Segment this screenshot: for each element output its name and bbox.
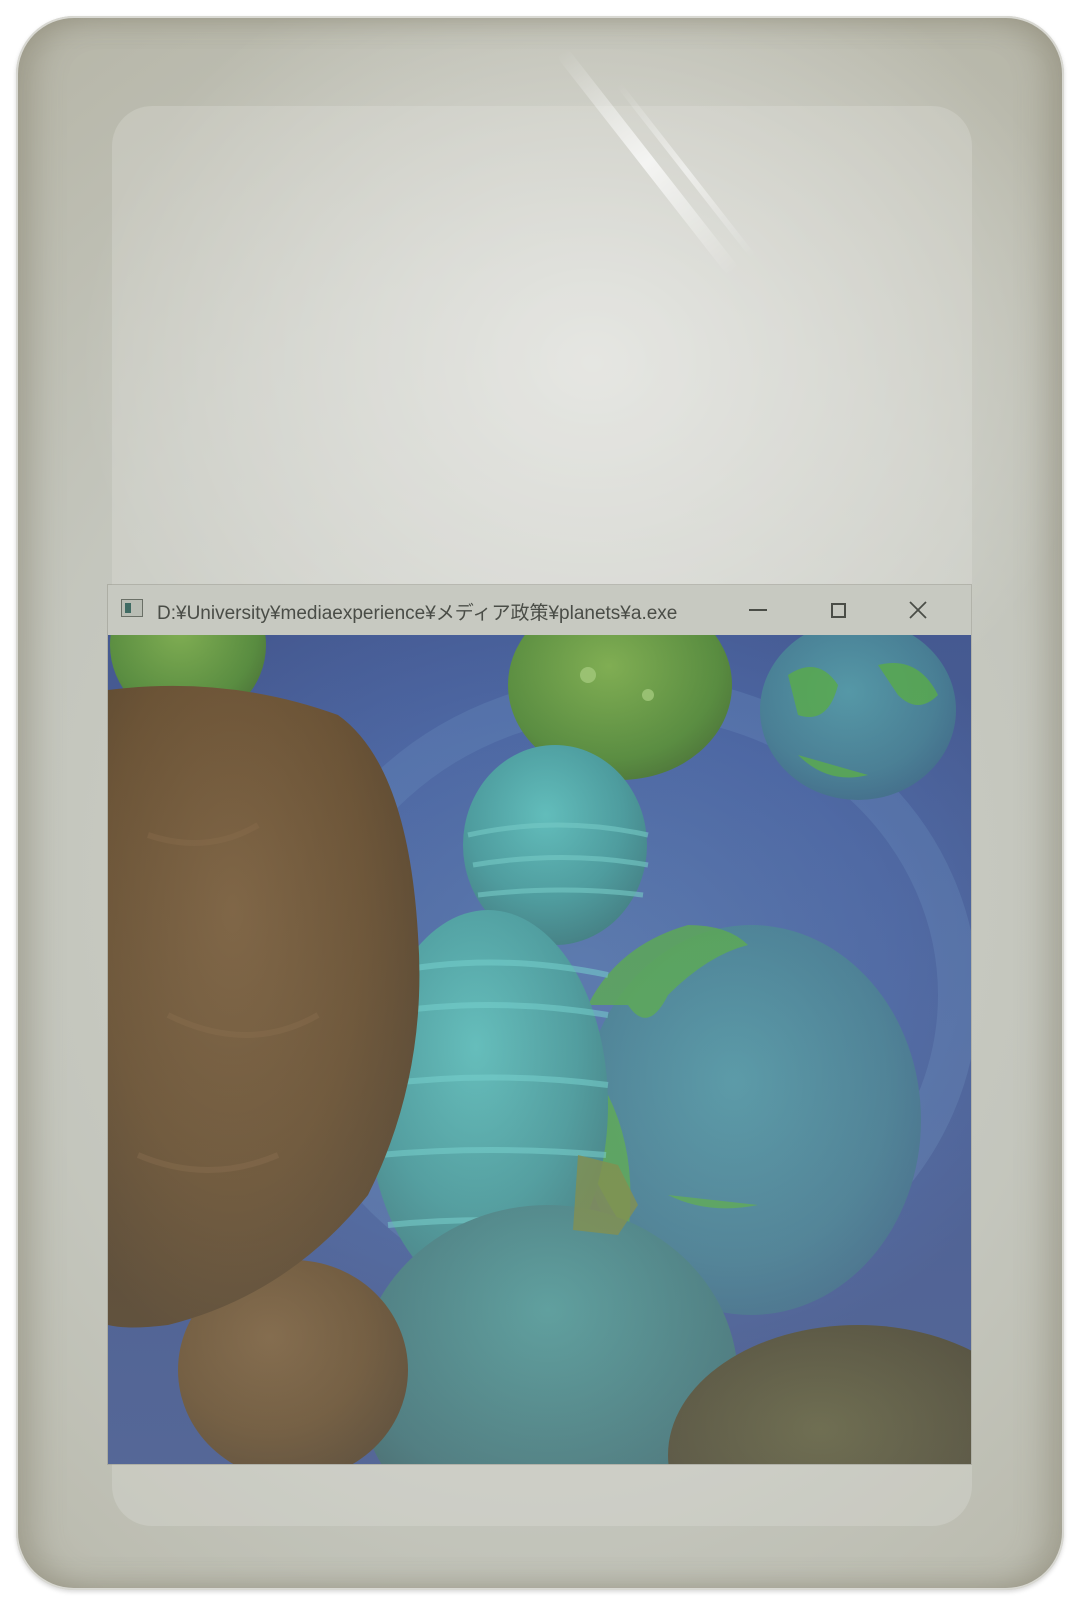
close-button[interactable]: [888, 585, 948, 635]
render-viewport[interactable]: [108, 635, 971, 1464]
minimize-icon: [749, 609, 767, 611]
planet-rocky-large: [108, 685, 420, 1328]
maximize-button[interactable]: [808, 585, 868, 635]
maximize-icon: [830, 602, 846, 618]
title-bar[interactable]: D:¥University¥mediaexperience¥メディア政策¥pla…: [108, 585, 971, 635]
crater: [580, 667, 596, 683]
close-icon: [909, 601, 927, 619]
app-icon[interactable]: [121, 599, 143, 617]
window-title: D:¥University¥mediaexperience¥メディア政策¥pla…: [157, 603, 678, 624]
planet-scene: [108, 635, 971, 1464]
app-window: D:¥University¥mediaexperience¥メディア政策¥pla…: [108, 585, 971, 1464]
crater: [642, 689, 654, 701]
minimize-button[interactable]: [728, 585, 788, 635]
